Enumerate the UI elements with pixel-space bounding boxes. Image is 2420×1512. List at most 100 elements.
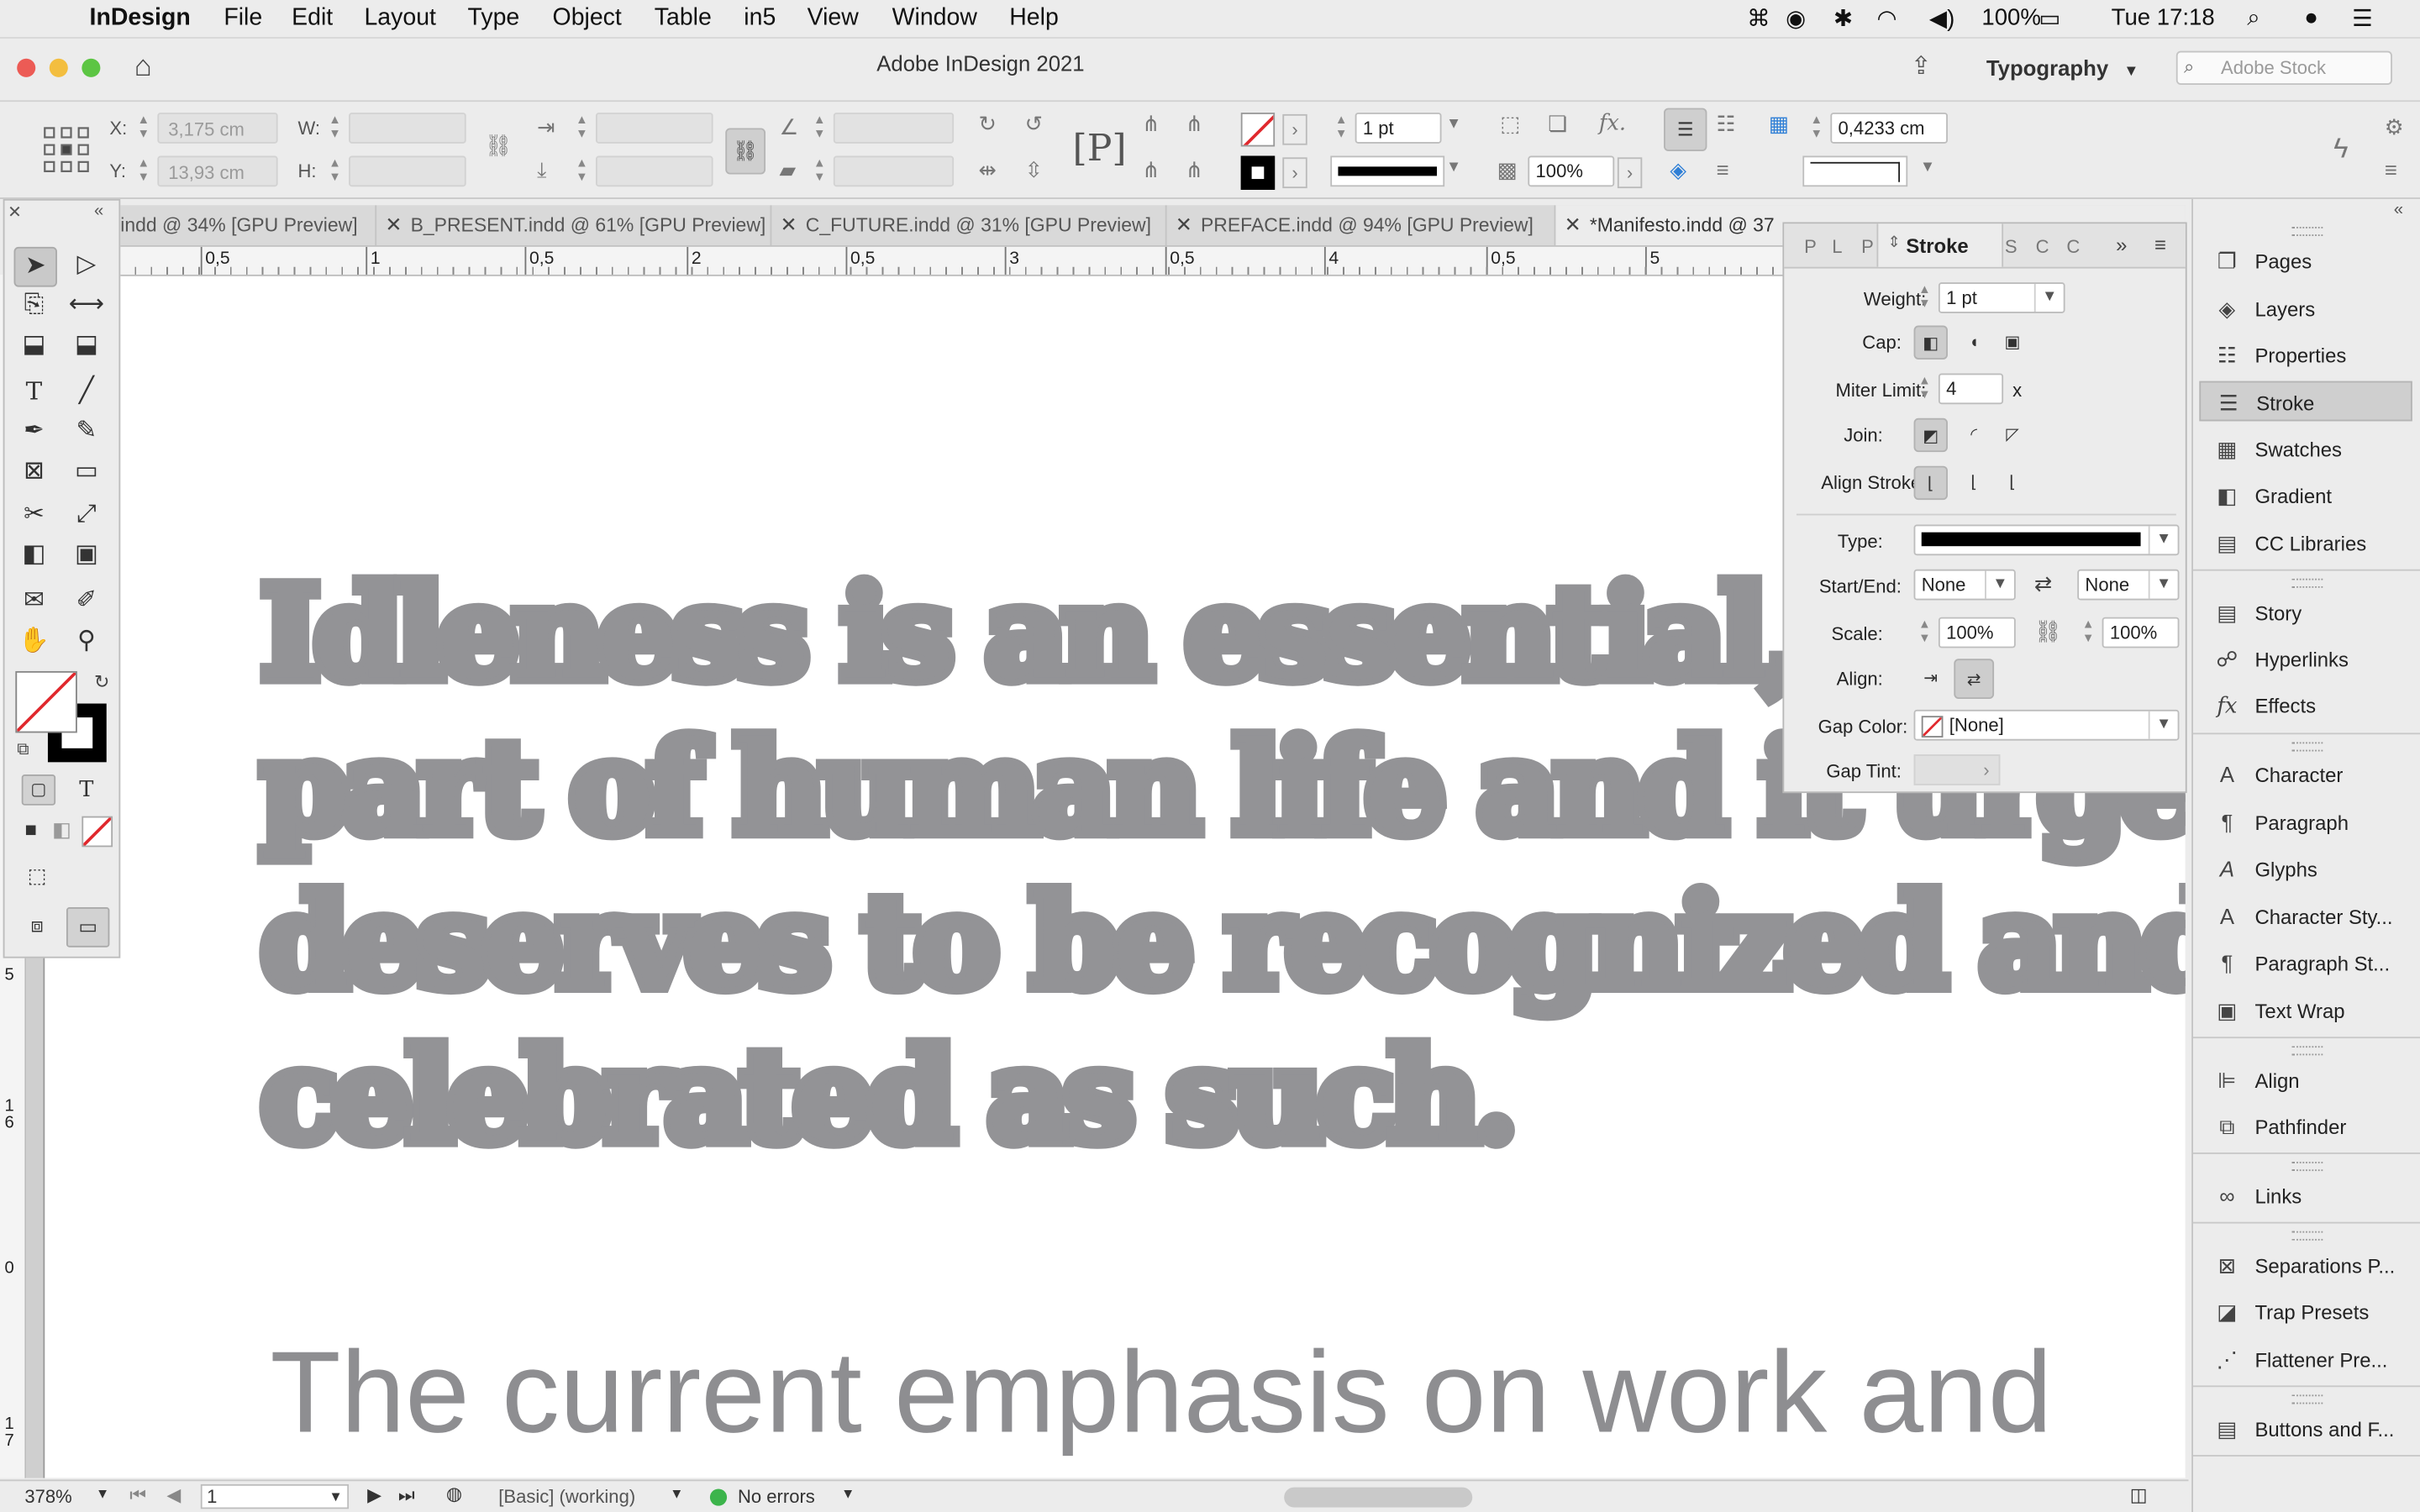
align-stroke-inside-button[interactable]: ⌊ [1957,466,1991,500]
menu-layout[interactable]: Layout [364,5,435,33]
split-view-icon[interactable]: ◫ [2130,1484,2148,1506]
gap-tint-field[interactable]: › [1913,754,2001,785]
dock-item-swatches[interactable]: ▦ Swatches [2199,429,2412,470]
menu-object[interactable]: Object [553,5,622,33]
rotate-field[interactable] [833,113,955,144]
flip-vertical-icon[interactable]: ⇳ [1025,157,1044,183]
dock-item-separations[interactable]: ⊠ Separations P... [2199,1245,2412,1285]
free-transform-tool-icon[interactable]: ⤢ [66,496,107,533]
selection-tool-icon[interactable]: ➤ [13,246,57,287]
last-page-button[interactable]: ⏭ [398,1484,415,1508]
grid-icon[interactable]: ▦ [1769,111,1789,137]
dock-item-layers[interactable]: ◈ Layers [2199,288,2412,328]
align-stroke-center-button[interactable]: ⌊ [1913,465,1948,501]
dock-item-properties[interactable]: ☷ Properties [2199,335,2412,375]
zoom-tool-icon[interactable]: ⚲ [66,623,107,660]
end-dropdown[interactable]: None ▼ [2077,569,2180,601]
h-stepper[interactable]: ▲ ▼ [324,156,346,187]
dock-item-text-wrap[interactable]: ▣ Text Wrap [2199,990,2412,1031]
dock-item-paragraph-styles[interactable]: ¶ Paragraph St... [2199,942,2412,983]
close-tab-icon[interactable]: ✕ [1555,205,1589,245]
first-page-button[interactable]: ⏮ [129,1484,146,1508]
body-text-line[interactable]: The current emphasis on work and [270,1326,2052,1458]
y-stepper[interactable]: ▲ ▼ [133,156,155,187]
scale-end-stepper[interactable]: ▲ ▼ [2077,617,2099,648]
scale-y-field[interactable] [595,155,713,187]
formatting-text-icon[interactable]: T [66,771,107,808]
settings-gear-icon[interactable]: ⚙ [2385,114,2404,140]
preflight-status[interactable]: No errors [738,1486,815,1508]
collapse-dock-icon[interactable]: « [2394,201,2403,219]
text-wrap-bounding-icon[interactable]: ☷ [1716,111,1735,137]
gap-tool-icon[interactable]: ⟷ [66,287,107,324]
close-tab-icon[interactable]: ✕ [1167,205,1201,245]
select-content-icon[interactable]: ⋔ [1142,157,1160,183]
normal-view-icon[interactable]: ⧈ [17,907,57,944]
stroke-type-field[interactable] [1330,155,1445,187]
shear-stepper[interactable]: ▲ ▼ [808,156,830,187]
eyedropper-tool-icon[interactable]: ✐ [66,583,107,620]
creative-cloud-icon[interactable]: ◉ [1786,5,1806,32]
dock-item-character[interactable]: A Character [2199,754,2412,795]
align-stroke-outside-button[interactable]: ⌊ [1996,466,2029,500]
close-tab-icon[interactable]: ✕ [771,205,805,245]
collapsed-tab[interactable]: L [1832,236,1842,258]
apply-none-icon[interactable] [82,816,113,848]
scale-x-stepper[interactable]: ▲ ▼ [571,113,593,144]
gradient-swatch-tool-icon[interactable]: ◧ [14,537,55,574]
dock-item-effects[interactable]: fx Effects [2199,686,2412,727]
headline-line-1[interactable]: Idleness is an essential, va [254,553,1994,715]
notification-center-icon[interactable]: ☰ [2352,5,2373,32]
corner-shape-dropdown[interactable]: ▼ [1920,159,1935,176]
projecting-cap-button[interactable]: ▣ [1996,326,2029,360]
close-panel-icon[interactable]: ✕ [8,202,22,222]
auto-fit-icon[interactable]: ◈ [1670,157,1686,183]
collapsed-tab[interactable]: S [2005,236,2018,258]
shear-angle-icon[interactable]: ▰ [780,157,797,183]
miter-field[interactable]: 4 [1938,373,2004,405]
tab-c-future[interactable]: ✕ C_FUTURE.indd @ 31% [GPU Preview] [771,205,1167,246]
menu-table[interactable]: Table [655,5,712,33]
type-tool-icon[interactable]: T [14,373,55,410]
rotate-angle-icon[interactable]: ∠ [780,114,799,140]
close-tab-icon[interactable]: ✕ [376,205,410,245]
drop-shadow-icon[interactable]: ❏ [1548,111,1567,137]
text-wrap-none-button[interactable]: ☰ [1664,108,1707,152]
menu-file[interactable]: File [224,5,262,33]
scale-x-icon[interactable]: ⇥ [537,114,555,140]
collapse-panel-icon[interactable]: « [94,202,103,221]
dock-item-glyphs[interactable]: A Glyphs [2199,848,2412,889]
select-next-object-icon[interactable]: ⋔ [1186,157,1204,183]
bluetooth-icon[interactable]: ✱ [1833,5,1853,32]
dock-item-gradient[interactable]: ◧ Gradient [2199,475,2412,516]
formatting-container-icon[interactable]: ▢ [21,774,56,806]
headline-line-4[interactable]: celebrated as such. [254,1016,1525,1178]
dock-item-links[interactable]: ∞ Links [2199,1176,2412,1216]
opacity-menu-arrow[interactable]: › [1617,157,1643,189]
menu-in5[interactable]: in5 [744,5,776,33]
extension-icon[interactable]: ⌘ [1747,5,1770,32]
note-tool-icon[interactable]: ✉ [14,583,55,620]
bevel-join-button[interactable]: ◸ [1996,418,2029,452]
page-number-field[interactable]: 1 ▼ [200,1483,350,1509]
collapsed-tab[interactable]: C [2066,236,2080,258]
opacity-field[interactable]: 100% [1528,155,1615,187]
pen-tool-icon[interactable]: ✒ [14,413,55,450]
dock-item-story[interactable]: ▤ Story [2199,592,2412,633]
dock-item-pathfinder[interactable]: ⧉ Pathfinder [2199,1106,2412,1147]
dock-item-flattener[interactable]: ⋰ Flattener Pre... [2199,1339,2412,1379]
constrain-scale-button[interactable]: ⛓ [725,128,766,175]
next-page-button[interactable]: ▶ [367,1484,381,1506]
stroke-weight-stepper[interactable]: ▲ ▼ [1330,113,1352,144]
dock-item-pages[interactable]: ❐ Pages [2199,241,2412,281]
rotate-clockwise-icon[interactable]: ↻ [978,111,997,137]
weight-stepper[interactable]: ▲ ▼ [1914,282,1936,313]
w-field[interactable] [349,113,466,144]
dock-item-hyperlinks[interactable]: ☍ Hyperlinks [2199,638,2412,679]
miter-stepper[interactable]: ▲ ▼ [1914,373,1936,404]
tab-stroke[interactable]: ⇕ Stroke [1876,223,2004,267]
dock-item-align[interactable]: ⊫ Align [2199,1060,2412,1100]
gap-color-dropdown[interactable]: [None] ▼ [1913,709,2180,741]
content-collector-icon[interactable]: ⬓ [14,327,55,364]
wifi-icon[interactable]: ◠ [1876,5,1897,32]
